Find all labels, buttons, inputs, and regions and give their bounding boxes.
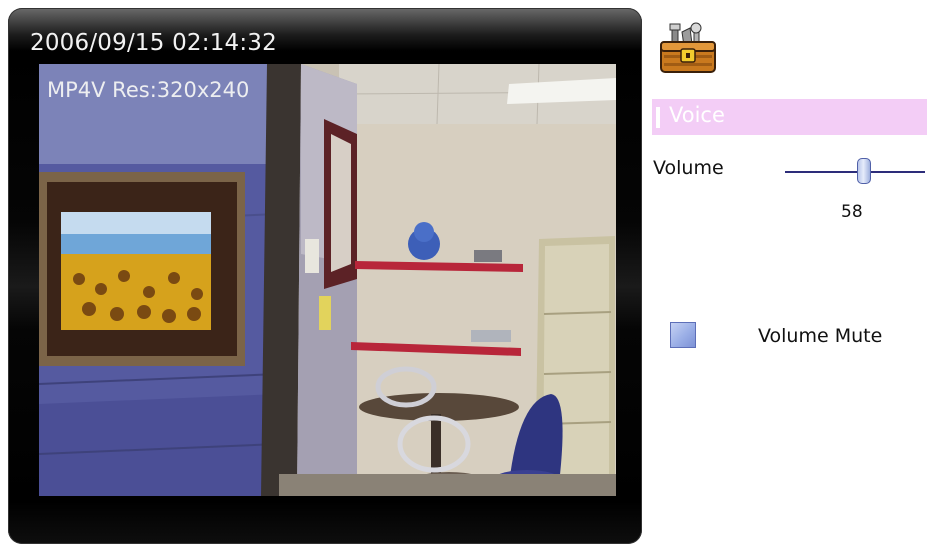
codec-resolution-overlay: MP4V Res:320x240	[47, 78, 250, 102]
volume-slider-thumb[interactable]	[857, 158, 871, 184]
volume-mute-label: Volume Mute	[758, 325, 883, 347]
volume-value: 58	[841, 202, 863, 222]
timestamp: 2006/09/15 02:14:32	[30, 30, 277, 56]
volume-slider-track[interactable]	[785, 171, 925, 173]
volume-label: Volume	[653, 157, 724, 179]
camera-viewer: 2006/09/15 02:14:32 MP4V Res:320x240 Voi…	[0, 0, 927, 545]
section-title: Voice	[669, 103, 725, 127]
toolbox-icon[interactable]	[658, 22, 718, 74]
volume-mute-checkbox[interactable]	[670, 322, 696, 348]
video-stream[interactable]	[39, 64, 616, 496]
video-frame-image	[39, 64, 616, 496]
section-marker	[656, 107, 660, 128]
voice-section-header: Voice	[652, 99, 927, 135]
